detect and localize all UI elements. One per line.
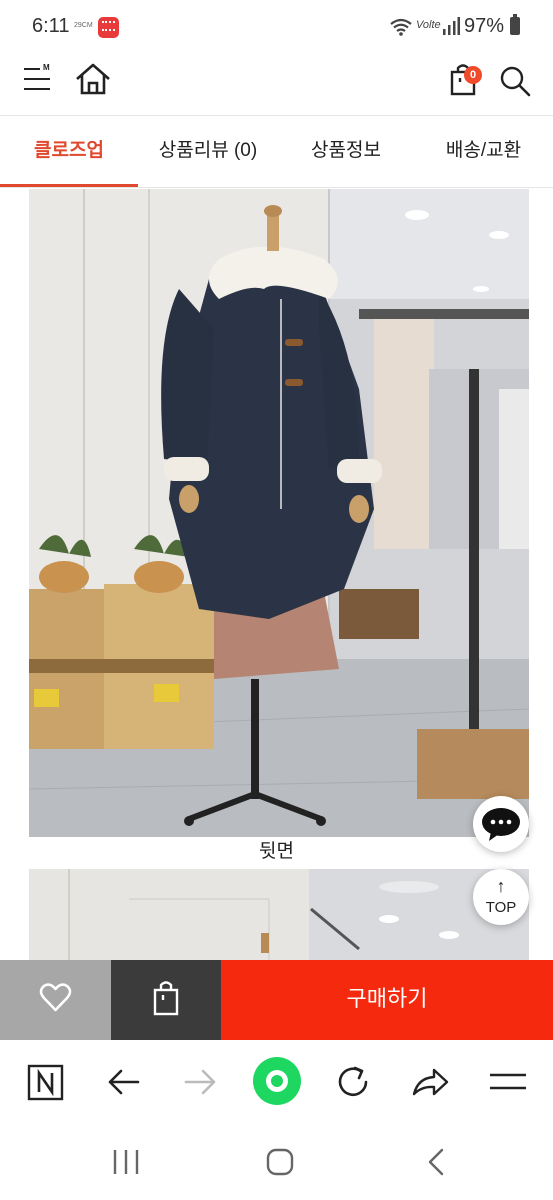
wishlist-button[interactable] [0,960,111,1040]
chat-button[interactable] [473,796,529,852]
browser-toolbar [0,1040,553,1124]
recent-apps-icon[interactable] [106,1146,146,1178]
forward-arrow-icon[interactable] [180,1062,220,1102]
bag-icon [153,981,179,1016]
menu-letter: M [43,63,50,72]
home-icon[interactable] [74,62,112,96]
purchase-bar: 구매하기 [0,960,553,1040]
scroll-top-label: TOP [485,899,517,916]
buy-now-button[interactable]: 구매하기 [221,960,553,1040]
product-photo-next [29,869,529,960]
battery-percent: 97% [464,15,505,37]
status-time: 6:11 [32,15,70,37]
naver-n-icon[interactable] [26,1062,66,1102]
hamburger-menu-icon[interactable]: M [24,63,54,94]
wifi-icon [390,18,412,36]
back-arrow-icon[interactable] [104,1062,144,1102]
home-nav-icon[interactable] [260,1146,300,1178]
status-app-label: 29CM [74,22,93,29]
system-navigation-bar [0,1124,553,1200]
add-to-bag-button[interactable] [111,960,221,1040]
signal-icon [443,17,460,35]
heart-icon [39,983,72,1012]
scroll-top-button[interactable]: ↑ TOP [473,869,529,925]
store-background-image [29,869,529,960]
arrow-up-icon: ↑ [496,876,506,896]
battery-icon [510,14,520,35]
share-icon[interactable] [410,1062,450,1102]
back-nav-icon[interactable] [416,1146,456,1178]
status-bar: 6:11 29CM Volte 97% [0,0,553,52]
product-tabs: 클로즈업 상품리뷰 (0) 상품정보 배송/교환 [0,117,553,188]
tab-reviews[interactable]: 상품리뷰 (0) [138,117,278,187]
photo-caption: 뒷면 [259,841,294,862]
volte-label: Volte [416,19,441,31]
refresh-icon[interactable] [333,1062,373,1102]
tab-shipping-exchange[interactable]: 배송/교환 [414,117,553,187]
search-icon[interactable] [498,64,532,98]
app-notification-icon [98,17,119,38]
browser-menu-icon[interactable] [488,1062,528,1102]
app-header: M 0 [0,52,553,116]
home-circle-icon[interactable] [252,1056,302,1106]
product-photo-back [29,189,529,837]
tab-closeup[interactable]: 클로즈업 [0,117,138,187]
cart-count-badge: 0 [464,66,482,84]
tab-product-info[interactable]: 상품정보 [278,117,414,187]
coat-on-mannequin-image [29,189,529,837]
chat-icon [482,808,520,841]
